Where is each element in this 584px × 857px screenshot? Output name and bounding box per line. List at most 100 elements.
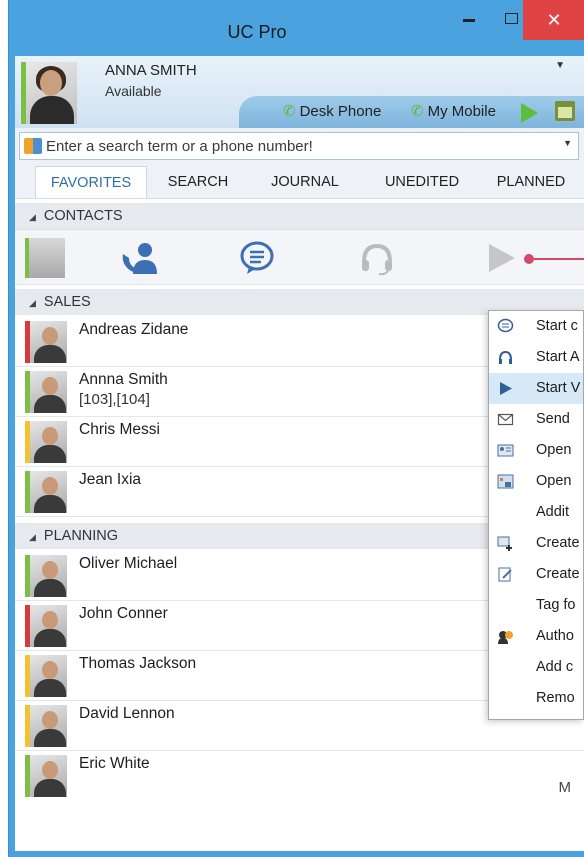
headset-icon (499, 350, 512, 364)
chat-icon (497, 318, 514, 333)
avatar (25, 421, 67, 463)
chat-icon[interactable] (237, 240, 277, 276)
menu-item-label: Open (536, 473, 572, 489)
avatar-body (34, 345, 66, 363)
menu-item-label: Remo (536, 690, 575, 706)
group-label: CONTACTS (43, 208, 123, 224)
avatar (25, 655, 67, 697)
menu-item-label: Start c (536, 318, 578, 334)
play-icon[interactable] (481, 240, 521, 276)
avatar-body (34, 495, 66, 513)
connector-line (524, 254, 584, 264)
avatar (25, 605, 67, 647)
call-contact-icon[interactable] (119, 240, 159, 276)
menu-item-create-contact[interactable]: Create (489, 528, 583, 559)
menu-item-authorize[interactable]: Autho (489, 621, 583, 652)
user-status[interactable]: Available (105, 83, 162, 99)
phone-icon: ✆ (411, 103, 424, 120)
menu-item-start-audio[interactable]: Start A (489, 342, 583, 373)
headset-icon[interactable] (357, 240, 397, 276)
contact-name: David Lennon (79, 705, 175, 722)
menu-item-label: Add c (536, 659, 574, 675)
contact-extension: [103],[104] (79, 391, 150, 408)
menu-item-label: Create (536, 566, 580, 582)
create-note-icon (498, 567, 512, 582)
menu-item-label: Send (536, 411, 570, 427)
menu-item-start-video[interactable]: Start V (489, 373, 583, 404)
avatar-face (42, 477, 58, 495)
my-mobile-button[interactable]: ✆ My Mobile (411, 102, 496, 120)
avatar-face (42, 761, 58, 779)
avatar-body (34, 729, 66, 747)
menu-item-add[interactable]: Add c (489, 652, 583, 683)
desk-phone-button[interactable]: ✆ Desk Phone (283, 102, 381, 120)
contact-name: Oliver Michael (79, 555, 178, 572)
avatar (25, 705, 67, 747)
menu-item-additional[interactable]: Addit (489, 497, 583, 528)
chevron-down-icon[interactable]: ▼ (563, 138, 572, 148)
menu-item-create-note[interactable]: Create (489, 559, 583, 590)
minimize-button[interactable] (449, 0, 489, 40)
collapse-icon: ◢ (29, 532, 36, 542)
menu-item-label: Start V (536, 380, 581, 396)
play-icon (500, 382, 512, 395)
my-mobile-label: My Mobile (427, 103, 496, 120)
phone-icon: ✆ (283, 103, 296, 120)
calendar-icon[interactable] (555, 101, 575, 121)
contact-name: John Conner (79, 605, 168, 622)
avatar[interactable] (21, 62, 77, 124)
avatar[interactable] (25, 238, 65, 278)
avatar-body (34, 679, 66, 697)
close-button[interactable]: ✕ (523, 0, 584, 40)
collapse-icon: ◢ (29, 212, 36, 222)
avatar (25, 321, 67, 363)
contact-name: Eric White (79, 755, 150, 772)
tab-search[interactable]: SEARCH (153, 166, 243, 198)
desk-phone-label: Desk Phone (299, 103, 382, 120)
tab-journal[interactable]: JOURNAL (255, 166, 355, 198)
maximize-icon (504, 13, 518, 25)
menu-item-label: Tag fo (536, 597, 576, 613)
avatar-face (42, 427, 58, 445)
search-input[interactable] (46, 135, 546, 157)
title-bar[interactable]: UC Pro ✕ (9, 0, 584, 56)
menu-item-label: Start A (536, 349, 580, 365)
avatar (25, 755, 67, 797)
device-bar: ✆ Desk Phone ✆ My Mobile (239, 96, 584, 128)
menu-item-send[interactable]: Send (489, 404, 583, 435)
avatar-body (34, 779, 66, 797)
avatar-face (42, 661, 58, 679)
contact-name: Annna Smith (79, 371, 168, 388)
menu-item-open-contact[interactable]: Open (489, 435, 583, 466)
group-label: SALES (43, 294, 91, 310)
menu-item-label: Create (536, 535, 580, 551)
directory-icon (24, 138, 42, 154)
menu-item-remove[interactable]: Remo (489, 683, 583, 714)
tab-planned[interactable]: PLANNED (481, 166, 581, 198)
contact-action-bar (15, 229, 584, 285)
collapse-icon: ◢ (29, 298, 36, 308)
tab-unedited[interactable]: UNEDITED (367, 166, 477, 198)
context-menu: Start c Start A Start V Send Open Open A… (488, 310, 584, 720)
menu-item-label: Open (536, 442, 572, 458)
tab-favorites[interactable]: FAVORITES (35, 166, 147, 198)
chevron-down-icon[interactable]: ▼ (555, 60, 565, 71)
avatar-face (42, 561, 58, 579)
avatar (25, 555, 67, 597)
avatar-face (42, 377, 58, 395)
menu-item-start-chat[interactable]: Start c (489, 311, 583, 342)
contact-detail: M (558, 779, 572, 796)
avatar (25, 471, 67, 513)
play-icon[interactable] (521, 103, 538, 123)
menu-item-open-calendar[interactable]: Open (489, 466, 583, 497)
contact-name: Andreas Zidane (79, 321, 189, 338)
avatar-face (40, 70, 62, 96)
group-header-contacts[interactable]: ◢ CONTACTS (15, 203, 584, 229)
minimize-icon (463, 19, 475, 23)
create-contact-icon (497, 536, 512, 551)
menu-item-tag[interactable]: Tag fo (489, 590, 583, 621)
avatar-face (42, 327, 58, 345)
contact-row[interactable]: Eric White M (15, 751, 584, 801)
user-name: ANNA SMITH (105, 62, 197, 79)
user-header: ANNA SMITH Available ▼ ✆ Desk Phone ✆ My M… (15, 56, 584, 128)
